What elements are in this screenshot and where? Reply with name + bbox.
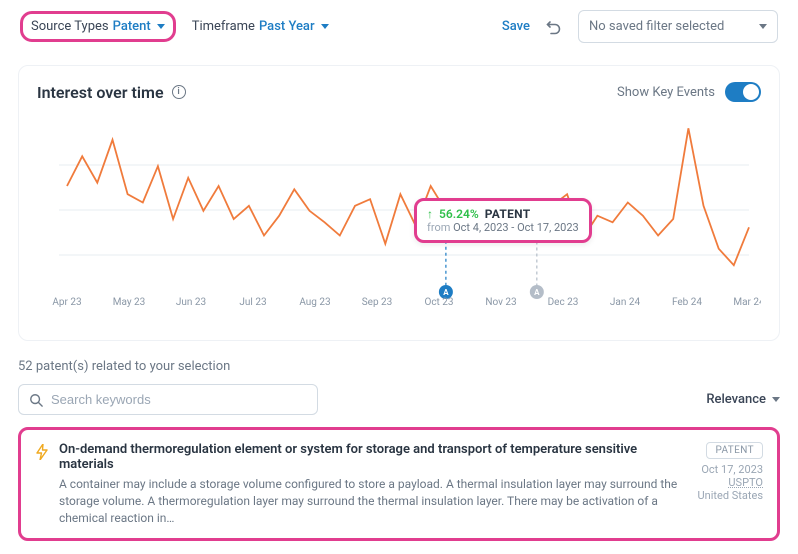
result-meta: PATENT Oct 17, 2023 USPTO United States — [698, 442, 763, 502]
result-title[interactable]: On-demand thermoregulation element or sy… — [59, 442, 688, 472]
timeframe-filter[interactable]: Timeframe Past Year — [192, 19, 329, 34]
result-snippet: A container may include a storage volume… — [59, 476, 688, 526]
chart-tooltip: ↑ 56.24% PATENT from Oct 4, 2023 - Oct 1… — [414, 198, 592, 243]
chevron-down-icon — [759, 24, 767, 29]
results-count: 52 patent(s) related to your selection — [18, 359, 780, 374]
result-date: Oct 17, 2023 — [701, 463, 763, 476]
saved-filter-placeholder: No saved filter selected — [589, 19, 724, 34]
tooltip-percent: 56.24% — [439, 207, 479, 221]
toggle-label: Show Key Events — [617, 85, 715, 100]
timeframe-label: Timeframe — [192, 19, 255, 34]
x-axis-label: Jan 24 — [610, 297, 641, 308]
search-input[interactable] — [51, 392, 307, 407]
search-keywords-box[interactable] — [18, 384, 318, 415]
search-icon — [29, 393, 43, 407]
x-axis-label: Aug 23 — [299, 297, 330, 308]
x-axis-label: Jul 23 — [239, 297, 266, 308]
result-source[interactable]: USPTO — [728, 476, 763, 489]
interest-chart[interactable]: A A Apr 23 May 23 Jun 23 Jul 23 Aug 23 Sep 23 O… — [37, 110, 761, 330]
x-axis-label: Feb 24 — [672, 297, 702, 308]
saved-filter-select[interactable]: No saved filter selected — [578, 10, 778, 43]
sort-label: Relevance — [706, 392, 766, 407]
chart-card: Interest over time i Show Key Events A A … — [18, 65, 780, 341]
chevron-down-icon — [157, 24, 165, 29]
source-types-label: Source Types — [31, 19, 109, 34]
result-type-badge: PATENT — [706, 442, 763, 459]
chart-grid — [59, 165, 749, 255]
result-card[interactable]: On-demand thermoregulation element or sy… — [18, 427, 780, 541]
source-types-filter[interactable]: Source Types Patent — [31, 19, 165, 34]
marker-label: A — [534, 288, 540, 297]
info-icon[interactable]: i — [172, 85, 186, 99]
timeframe-value: Past Year — [259, 19, 315, 34]
key-events-toggle-row: Show Key Events — [617, 82, 761, 102]
x-axis-label: Sep 23 — [362, 297, 393, 308]
x-axis-label: Nov 23 — [485, 297, 516, 308]
tooltip-type: PATENT — [485, 207, 531, 221]
x-axis-label: Mar 24 — [733, 297, 761, 308]
source-types-highlight: Source Types Patent — [20, 11, 176, 42]
chart-line — [67, 128, 749, 265]
lightning-icon — [35, 444, 49, 464]
undo-icon[interactable] — [546, 19, 562, 35]
source-types-value: Patent — [113, 19, 151, 34]
save-button[interactable]: Save — [502, 19, 530, 34]
x-axis-label: Dec 23 — [548, 297, 579, 308]
result-country: United States — [698, 489, 763, 502]
x-axis-label: Jun 23 — [176, 297, 206, 308]
x-axis-label: May 23 — [113, 297, 146, 308]
tooltip-from-label: from — [427, 221, 450, 234]
chevron-down-icon — [772, 397, 780, 402]
sort-dropdown[interactable]: Relevance — [706, 392, 780, 407]
x-axis-label: Oct 23 — [424, 297, 453, 308]
chevron-down-icon — [321, 24, 329, 29]
tooltip-range: Oct 4, 2023 - Oct 17, 2023 — [453, 221, 579, 234]
key-events-toggle[interactable] — [725, 82, 761, 102]
chart-title: Interest over time — [37, 83, 164, 102]
chart-title-row: Interest over time i — [37, 83, 186, 102]
x-axis-label: Apr 23 — [52, 297, 81, 308]
marker-label: A — [443, 288, 449, 297]
up-arrow-icon: ↑ — [427, 207, 433, 221]
